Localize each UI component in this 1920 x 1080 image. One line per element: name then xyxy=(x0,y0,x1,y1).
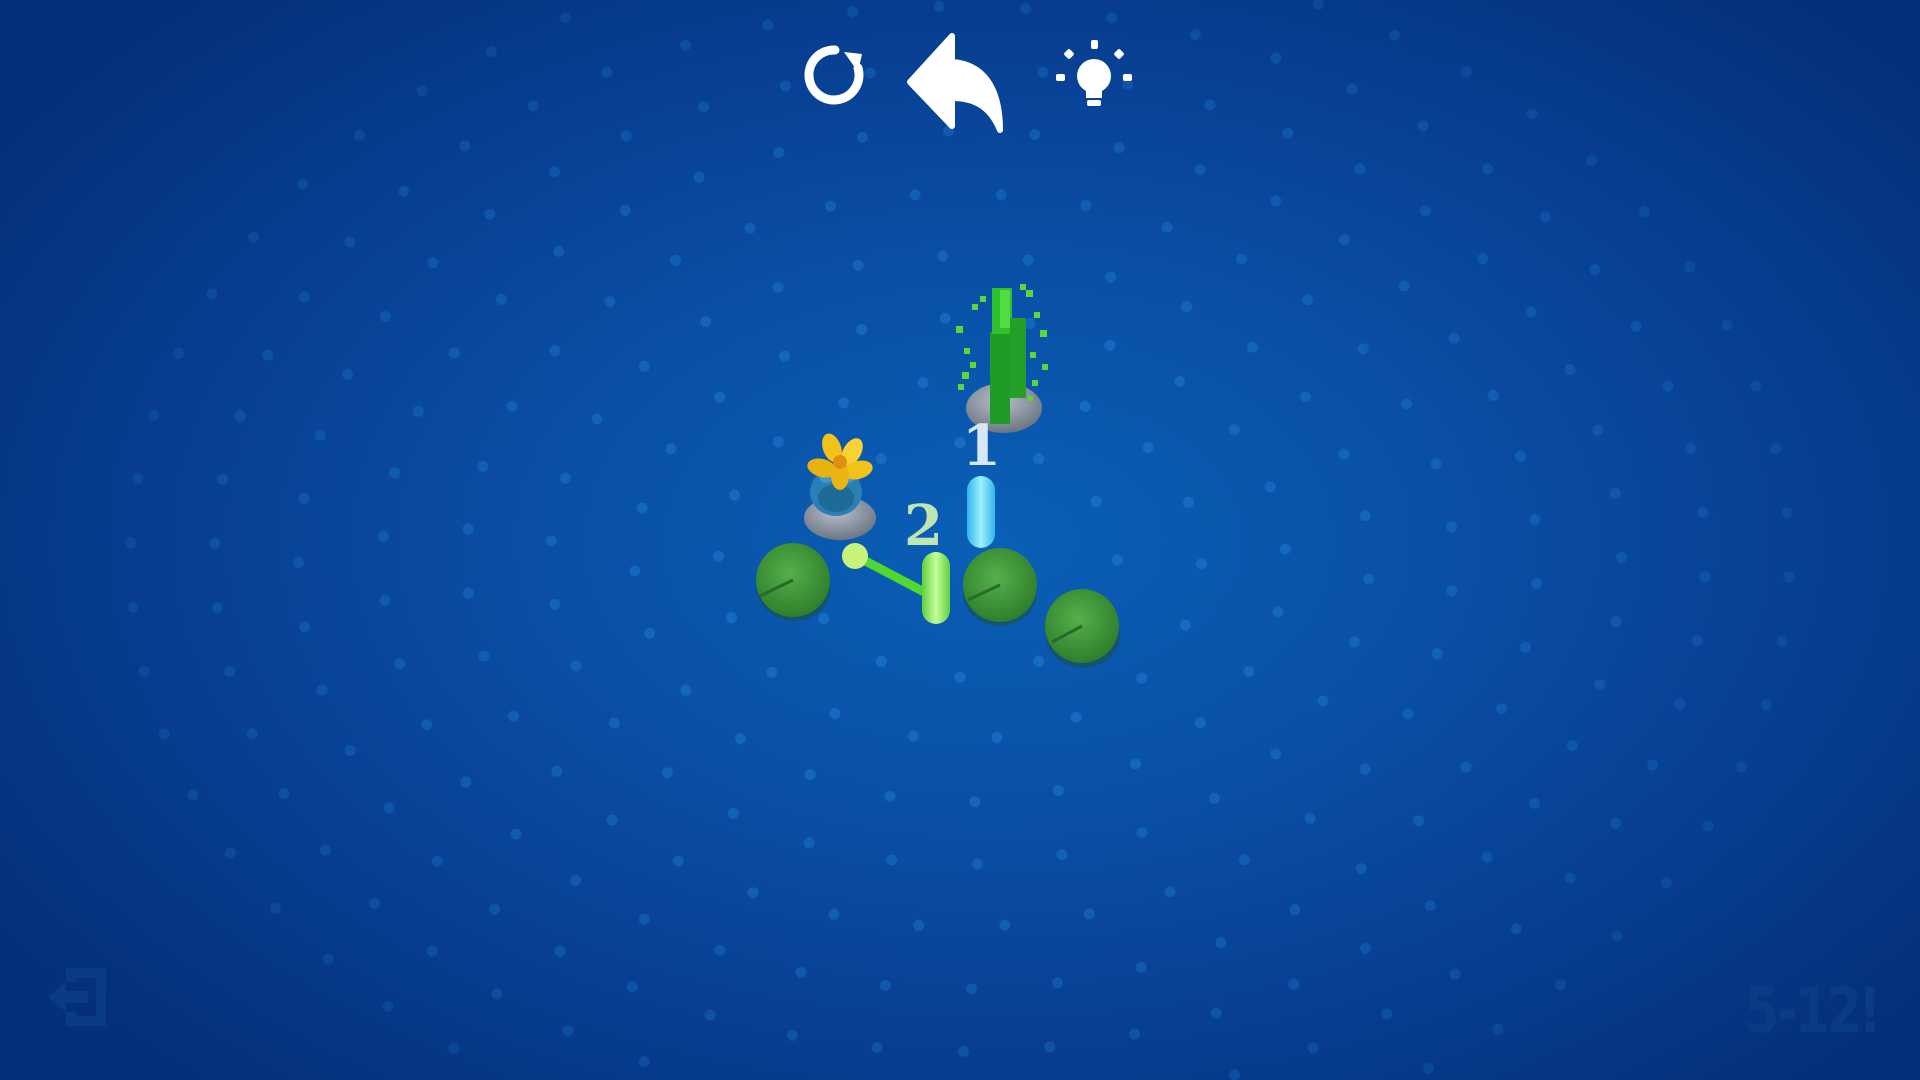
cyan-marker xyxy=(967,476,995,548)
path-line xyxy=(851,551,933,599)
lily-pad[interactable] xyxy=(756,543,831,621)
move-number-1: 1 xyxy=(962,413,1001,479)
lily-pad[interactable] xyxy=(1045,589,1120,668)
game-board xyxy=(756,284,1120,668)
move-number-2: 2 xyxy=(904,493,943,559)
path-start-dot xyxy=(842,543,868,569)
game-stage: 5-12! 1 2 xyxy=(0,0,1920,1080)
lily-pad[interactable] xyxy=(963,548,1037,626)
green-marker xyxy=(922,552,950,624)
